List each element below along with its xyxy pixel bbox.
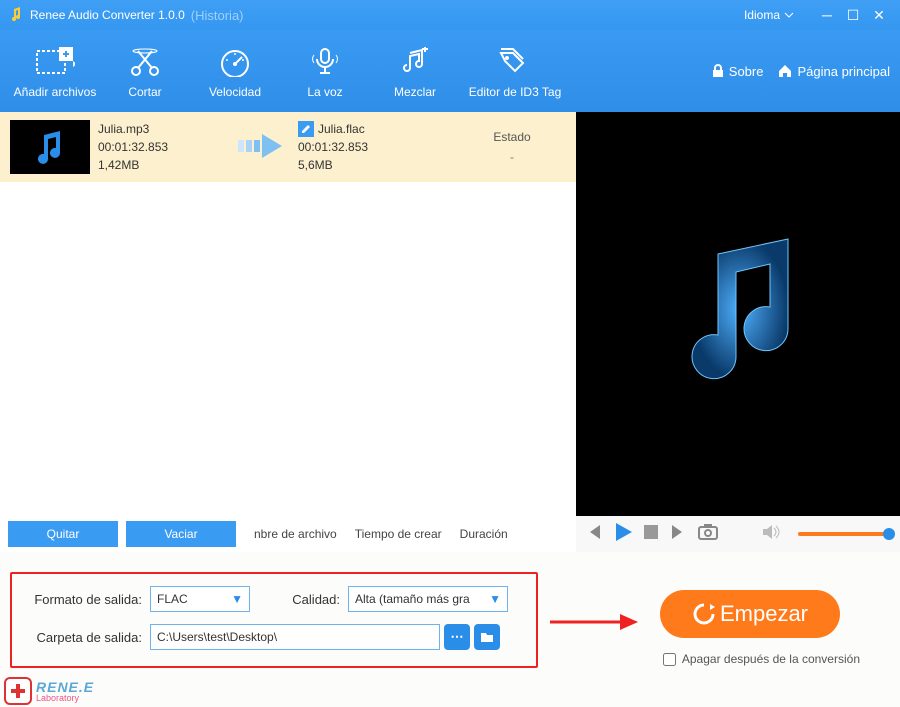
- source-size: 1,42MB: [98, 156, 228, 174]
- refresh-icon: [692, 602, 716, 626]
- file-row[interactable]: Julia.mp3 00:01:32.853 1,42MB Julia.flac…: [0, 112, 576, 182]
- chevron-down-icon: ▼: [489, 592, 501, 606]
- destination-filename: Julia.flac: [318, 120, 365, 138]
- music-note-icon: [658, 234, 818, 394]
- app-logo-icon: [8, 7, 24, 23]
- destination-duration: 00:01:32.853: [298, 138, 458, 156]
- state-value: -: [458, 150, 566, 164]
- speed-label: Velocidad: [209, 85, 261, 99]
- close-button[interactable]: ✕: [866, 7, 892, 24]
- id3-editor-button[interactable]: Editor de ID3 Tag: [460, 36, 570, 106]
- minimize-button[interactable]: ─: [814, 7, 840, 23]
- filmstrip-plus-icon: [35, 43, 75, 81]
- id3-label: Editor de ID3 Tag: [469, 85, 562, 99]
- sort-duration[interactable]: Duración: [460, 527, 508, 541]
- list-footer: Quitar Vaciar nbre de archivo Tiempo de …: [0, 516, 576, 552]
- homepage-link[interactable]: Página principal: [777, 64, 890, 79]
- volume-icon[interactable]: [762, 525, 780, 544]
- preview-display: [576, 112, 900, 516]
- output-folder-input[interactable]: C:\Users\test\Desktop\: [150, 624, 440, 650]
- brand-logo: RENE.E Laboratory: [4, 677, 94, 705]
- sort-created[interactable]: Tiempo de crear: [355, 527, 442, 541]
- microphone-icon: [308, 43, 342, 81]
- title-bar: Renee Audio Converter 1.0.0 (Historia) I…: [0, 0, 900, 30]
- add-files-button[interactable]: Añadir archivos: [10, 36, 100, 106]
- chevron-down-icon: ▼: [231, 592, 243, 606]
- annotation-arrow-icon: [550, 612, 640, 632]
- medical-cross-icon: [4, 677, 32, 705]
- snapshot-button[interactable]: [698, 524, 718, 545]
- state-header: Estado: [458, 130, 566, 144]
- destination-size: 5,6MB: [298, 156, 458, 174]
- mix-label: Mezclar: [394, 85, 436, 99]
- music-plus-icon: [400, 43, 430, 81]
- language-selector[interactable]: Idioma: [744, 8, 794, 22]
- file-list-pane: Julia.mp3 00:01:32.853 1,42MB Julia.flac…: [0, 112, 576, 552]
- maximize-button[interactable]: ☐: [840, 7, 866, 24]
- player-controls: [576, 516, 900, 552]
- destination-info: Julia.flac 00:01:32.853 5,6MB: [298, 120, 458, 174]
- cut-label: Cortar: [128, 85, 161, 99]
- state-column: Estado -: [458, 130, 566, 164]
- prev-button[interactable]: [586, 525, 602, 544]
- scissors-icon: [128, 43, 162, 81]
- main-toolbar: Añadir archivos Cortar Velocidad La voz …: [0, 30, 900, 112]
- edit-icon[interactable]: [298, 121, 314, 137]
- app-title: Renee Audio Converter 1.0.0: [30, 8, 185, 22]
- convert-arrow-icon: [228, 134, 298, 161]
- source-duration: 00:01:32.853: [98, 138, 228, 156]
- source-info: Julia.mp3 00:01:32.853 1,42MB: [98, 120, 228, 174]
- volume-slider[interactable]: [798, 532, 890, 536]
- tags-icon: [497, 43, 533, 81]
- chevron-down-icon: [784, 10, 794, 20]
- play-button[interactable]: [614, 523, 632, 546]
- shutdown-checkbox[interactable]: Apagar después de la conversión: [663, 652, 860, 666]
- quality-select[interactable]: Alta (tamaño más gra ▼: [348, 586, 508, 612]
- about-link[interactable]: Sobre: [711, 64, 764, 79]
- voice-button[interactable]: La voz: [280, 36, 370, 106]
- add-files-label: Añadir archivos: [14, 85, 97, 99]
- app-subtitle: (Historia): [191, 8, 244, 23]
- cut-button[interactable]: Cortar: [100, 36, 190, 106]
- home-icon: [777, 64, 793, 78]
- language-label: Idioma: [744, 8, 780, 22]
- voice-label: La voz: [307, 85, 342, 99]
- next-button[interactable]: [670, 525, 686, 544]
- sort-filename[interactable]: nbre de archivo: [254, 527, 337, 541]
- remove-button[interactable]: Quitar: [8, 521, 118, 547]
- file-list: Julia.mp3 00:01:32.853 1,42MB Julia.flac…: [0, 112, 576, 516]
- shutdown-checkbox-input[interactable]: [663, 653, 676, 666]
- stop-button[interactable]: [644, 525, 658, 544]
- lock-icon: [711, 64, 725, 78]
- clear-button[interactable]: Vaciar: [126, 521, 236, 547]
- gauge-icon: [218, 43, 252, 81]
- preview-pane: [576, 112, 900, 552]
- settings-panel: Formato de salida: FLAC ▼ Calidad: Alta …: [0, 552, 900, 707]
- start-button[interactable]: Empezar: [660, 590, 840, 638]
- output-format-select[interactable]: FLAC ▼: [150, 586, 250, 612]
- speed-button[interactable]: Velocidad: [190, 36, 280, 106]
- source-filename: Julia.mp3: [98, 120, 228, 138]
- main-area: Julia.mp3 00:01:32.853 1,42MB Julia.flac…: [0, 112, 900, 552]
- mix-button[interactable]: Mezclar: [370, 36, 460, 106]
- file-thumbnail: [10, 120, 90, 174]
